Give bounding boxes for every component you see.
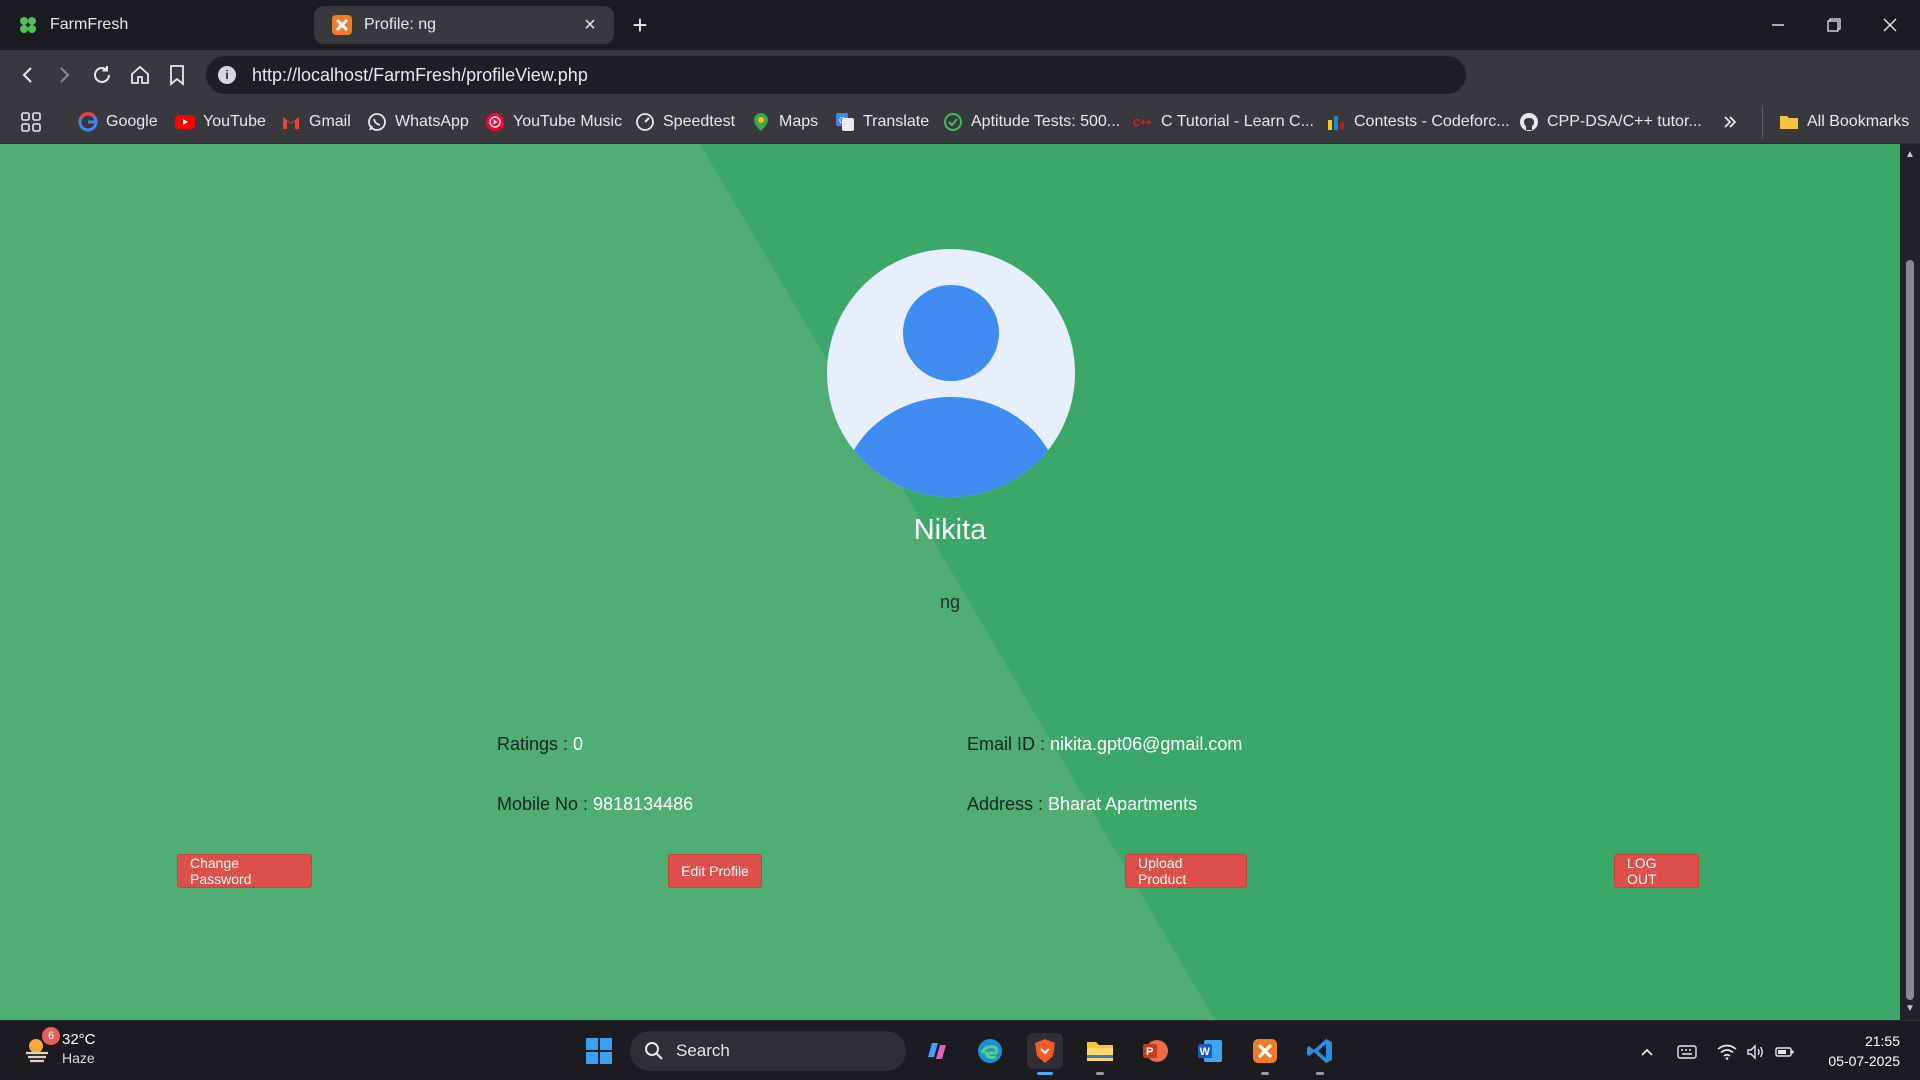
close-window-button[interactable] xyxy=(1862,0,1918,50)
apps-grid-icon[interactable] xyxy=(20,110,42,134)
back-icon[interactable] xyxy=(14,61,42,89)
bookmark-youtube-music[interactable]: YouTube Music xyxy=(485,110,622,134)
tab-title: Profile: ng xyxy=(364,16,437,33)
windows-taskbar: 6 32°C Haze Search P W 21:55 05-07-2025 xyxy=(0,1020,1920,1080)
email-value: nikita.gpt06@gmail.com xyxy=(1050,734,1243,754)
profile-page: Nikita ng Ratings : 0 Email ID : nikita.… xyxy=(0,144,1900,1020)
url-text[interactable]: http://localhost/FarmFresh/profileView.p… xyxy=(252,65,588,86)
edge-icon[interactable] xyxy=(972,1033,1008,1069)
profile-username: ng xyxy=(939,592,961,612)
logout-button[interactable]: LOG OUT xyxy=(1614,854,1699,888)
ratings-value: 0 xyxy=(573,734,584,754)
search-icon xyxy=(645,1042,663,1060)
speedtest-icon xyxy=(635,112,655,132)
tab-title: FarmFresh xyxy=(50,16,129,33)
address-value: Bharat Apartments xyxy=(1048,794,1198,814)
edit-profile-button[interactable]: Edit Profile xyxy=(668,854,762,888)
svg-text:C++: C++ xyxy=(1133,118,1152,128)
xampp-icon xyxy=(332,15,352,35)
more-bookmarks-icon[interactable] xyxy=(1722,110,1738,134)
translate-icon: G xyxy=(835,112,855,132)
vscode-icon[interactable] xyxy=(1302,1033,1338,1075)
scroll-thumb[interactable] xyxy=(1906,260,1914,1000)
tab-farmfresh[interactable]: FarmFresh xyxy=(0,6,300,44)
wifi-icon[interactable] xyxy=(1716,1041,1738,1063)
clock-date: 05-07-2025 xyxy=(1828,1053,1900,1069)
weather-widget[interactable]: 6 32°C Haze xyxy=(22,1027,96,1067)
profile-name: Nikita xyxy=(913,514,987,546)
keyboard-icon[interactable] xyxy=(1676,1041,1698,1063)
change-password-button[interactable]: Change Password xyxy=(177,854,312,888)
github-icon xyxy=(1519,112,1539,132)
bookmark-speedtest[interactable]: Speedtest xyxy=(635,110,735,134)
new-tab-button[interactable]: + xyxy=(626,12,654,40)
tab-profile[interactable]: Profile: ng × xyxy=(314,6,614,44)
svg-text:G: G xyxy=(839,116,845,125)
address-field: Address : Bharat Apartments xyxy=(967,794,1198,814)
bookmark-icon[interactable] xyxy=(163,61,191,89)
word-icon[interactable]: W xyxy=(1192,1033,1228,1069)
bookmark-whatsapp[interactable]: WhatsApp xyxy=(367,110,469,134)
page-scrollbar[interactable]: ▲ ▼ xyxy=(1900,144,1920,1020)
file-explorer-icon[interactable] xyxy=(1082,1033,1118,1075)
bookmark-codeforces[interactable]: Contests - Codeforc... xyxy=(1326,110,1510,134)
codeforces-icon xyxy=(1326,112,1346,132)
bookmark-gmail[interactable]: Gmail xyxy=(281,110,351,134)
folder-icon xyxy=(1779,112,1799,132)
brave-browser-icon[interactable] xyxy=(1027,1033,1063,1075)
svg-text:P: P xyxy=(1146,1046,1153,1058)
check-circle-icon xyxy=(943,112,963,132)
forward-icon[interactable] xyxy=(50,61,78,89)
tray-overflow-icon[interactable] xyxy=(1636,1041,1658,1063)
maps-icon xyxy=(751,112,771,132)
weather-desc: Haze xyxy=(62,1050,95,1066)
bookmark-aptitude[interactable]: Aptitude Tests: 500... xyxy=(943,110,1120,134)
restore-button[interactable] xyxy=(1806,0,1862,50)
scroll-down-icon[interactable]: ▼ xyxy=(1904,1004,1916,1014)
powerpoint-icon[interactable]: P xyxy=(1137,1033,1173,1069)
weather-haze-icon: 6 xyxy=(22,1027,60,1065)
ratings-field: Ratings : 0 xyxy=(497,734,584,754)
weather-badge: 6 xyxy=(42,1027,60,1045)
bookmark-translate[interactable]: G Translate xyxy=(835,110,929,134)
volume-icon[interactable] xyxy=(1745,1041,1767,1063)
taskbar-search[interactable]: Search xyxy=(630,1031,906,1071)
bookmark-maps[interactable]: Maps xyxy=(751,110,818,134)
bookmark-youtube[interactable]: YouTube xyxy=(175,110,266,134)
google-icon xyxy=(78,112,98,132)
site-info-icon[interactable]: i xyxy=(218,66,236,84)
bookmark-google[interactable]: Google xyxy=(78,110,158,134)
clock-time: 21:55 xyxy=(1864,1033,1900,1049)
bookmarks-bar: Google YouTube Gmail WhatsApp YouTube Mu… xyxy=(0,100,1920,144)
address-bar[interactable]: i http://localhost/FarmFresh/profileView… xyxy=(206,56,1466,94)
tab-close-icon[interactable]: × xyxy=(578,13,602,37)
bookmark-cpp-dsa[interactable]: CPP-DSA/C++ tutor... xyxy=(1519,110,1702,134)
cpp-icon: C++ xyxy=(1133,112,1153,132)
minimize-button[interactable] xyxy=(1750,0,1806,50)
all-bookmarks-folder[interactable]: All Bookmarks xyxy=(1779,110,1909,134)
upload-product-button[interactable]: Upload Product xyxy=(1125,854,1247,888)
tab-strip: FarmFresh Profile: ng × + xyxy=(0,0,1920,50)
bookmark-c-tutorial[interactable]: C++ C Tutorial - Learn C... xyxy=(1133,110,1314,134)
gmail-icon xyxy=(281,112,301,132)
svg-text:W: W xyxy=(1200,1046,1211,1058)
whatsapp-icon xyxy=(367,112,387,132)
browser-toolbar: i http://localhost/FarmFresh/profileView… xyxy=(0,50,1920,136)
scroll-up-icon[interactable]: ▲ xyxy=(1904,150,1916,160)
xampp-taskbar-icon[interactable] xyxy=(1247,1033,1283,1075)
reload-icon[interactable] xyxy=(88,61,116,89)
youtube-icon xyxy=(175,112,195,132)
taskbar-clock[interactable]: 21:55 05-07-2025 xyxy=(1790,1031,1900,1071)
clover-icon xyxy=(18,15,38,35)
weather-temp: 32°C xyxy=(62,1031,96,1048)
profile-avatar xyxy=(827,249,1075,497)
start-windows-icon[interactable] xyxy=(581,1033,617,1069)
copilot-icon[interactable] xyxy=(918,1033,954,1069)
bookmarks-divider xyxy=(1762,106,1763,138)
mobile-value: 9818134486 xyxy=(593,794,694,814)
youtube-music-icon xyxy=(485,112,505,132)
email-field: Email ID : nikita.gpt06@gmail.com xyxy=(967,734,1243,754)
home-icon[interactable] xyxy=(126,61,154,89)
mobile-field: Mobile No : 9818134486 xyxy=(497,794,694,814)
